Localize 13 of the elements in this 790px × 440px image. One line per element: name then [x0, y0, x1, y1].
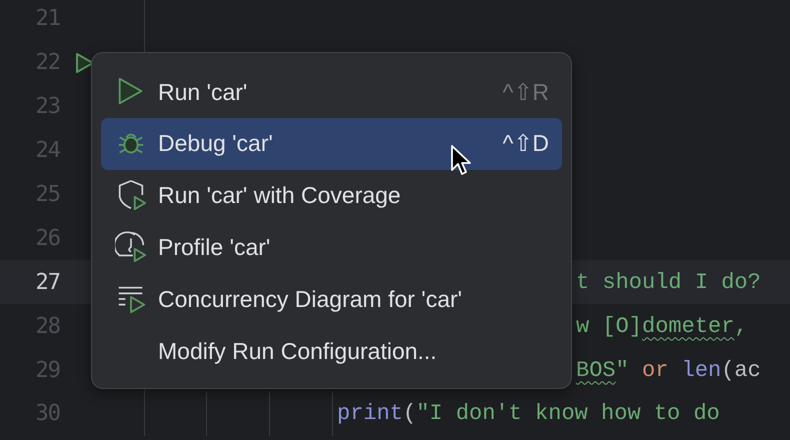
code-line: print("I don't know how to do	[336, 400, 720, 428]
line-number: 27	[34, 268, 60, 297]
code-line: BOS" or len(ac	[575, 356, 761, 385]
menu-item[interactable]: Run 'car' with Coverage	[101, 170, 562, 222]
code-line: w [O]dometer,	[575, 312, 748, 341]
menu-item[interactable]: Modify Run Configuration...	[101, 324, 562, 377]
menu-item[interactable]: Concurrency Diagram for 'car'	[101, 273, 562, 325]
cursor-icon	[450, 144, 473, 177]
menu-item[interactable]: Profile 'car'	[101, 221, 562, 274]
menu-item[interactable]: Debug 'car' ^⇧D	[101, 118, 562, 170]
code-line: t should I do?	[575, 268, 761, 297]
menu-item[interactable]: Run 'car' ^⇧R	[101, 66, 562, 118]
gauge-run-icon	[115, 231, 147, 264]
